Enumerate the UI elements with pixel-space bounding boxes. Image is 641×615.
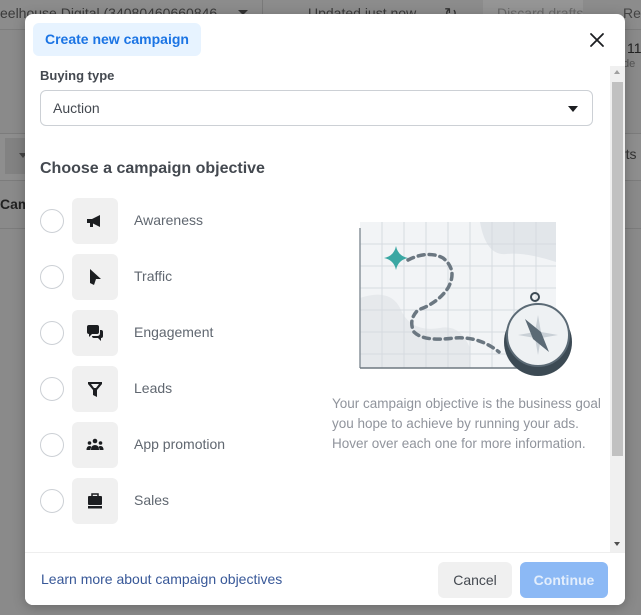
radio-traffic[interactable] — [40, 265, 64, 289]
objective-label: Sales — [134, 492, 170, 508]
icon-tile — [72, 422, 118, 468]
objective-leads[interactable]: Leads — [40, 366, 300, 422]
icon-tile — [72, 310, 118, 356]
objective-label: Engagement — [134, 324, 214, 340]
briefcase-icon — [88, 493, 102, 509]
map-compass-illustration — [359, 222, 572, 376]
cursor-icon — [90, 269, 101, 285]
objective-label: Awareness — [134, 212, 204, 228]
review-button: Re — [623, 5, 641, 21]
dialog-header: Create new campaign — [25, 14, 625, 64]
radio-sales[interactable] — [40, 489, 64, 513]
cancel-button[interactable]: Cancel — [438, 562, 512, 598]
radio-app-promotion[interactable] — [40, 433, 64, 457]
background-number: 11 — [627, 40, 641, 56]
objective-traffic[interactable]: Traffic — [40, 254, 300, 310]
objective-description: Your campaign objective is the business … — [332, 396, 601, 451]
objective-engagement[interactable]: Engagement — [40, 310, 300, 366]
radio-awareness[interactable] — [40, 209, 64, 233]
objective-label: App promotion — [134, 436, 226, 452]
megaphone-icon — [87, 215, 100, 227]
icon-tile — [72, 478, 118, 524]
objective-list: Awareness Traffic Engagement Leads App p… — [40, 198, 300, 534]
learn-more-link[interactable]: Learn more about campaign objectives — [41, 571, 282, 587]
objective-awareness[interactable]: Awareness — [40, 198, 300, 254]
objective-sales[interactable]: Sales — [40, 478, 300, 534]
dialog-footer: Learn more about campaign objectives Can… — [25, 552, 625, 605]
icon-tile — [72, 198, 118, 244]
radio-leads[interactable] — [40, 377, 64, 401]
funnel-icon — [88, 382, 102, 397]
dialog-scrollbar[interactable] — [610, 66, 625, 552]
close-icon — [590, 33, 604, 47]
dialog-title: Create new campaign — [33, 23, 201, 56]
objective-app-promotion[interactable]: App promotion — [40, 422, 300, 478]
chevron-down-icon — [568, 106, 578, 112]
radio-engagement[interactable] — [40, 321, 64, 345]
dialog-body: Buying type Auction Choose a campaign ob… — [25, 64, 610, 552]
buying-type-select[interactable]: Auction — [40, 90, 593, 126]
buying-type-value: Auction — [53, 100, 100, 116]
create-campaign-dialog: Create new campaign Buying type Auction … — [25, 14, 625, 605]
objective-label: Leads — [134, 380, 173, 396]
scroll-up-icon[interactable] — [614, 70, 620, 74]
objective-section-title: Choose a campaign objective — [40, 160, 265, 177]
icon-tile — [72, 366, 118, 412]
buying-type-label: Buying type — [40, 68, 115, 83]
continue-button[interactable]: Continue — [520, 562, 608, 598]
objective-label: Traffic — [134, 268, 173, 284]
chat-bubbles-icon — [87, 325, 103, 341]
scroll-down-icon[interactable] — [614, 542, 620, 546]
scroll-thumb[interactable] — [612, 82, 623, 456]
people-icon — [86, 438, 104, 450]
close-button[interactable] — [585, 28, 609, 52]
icon-tile — [72, 254, 118, 300]
